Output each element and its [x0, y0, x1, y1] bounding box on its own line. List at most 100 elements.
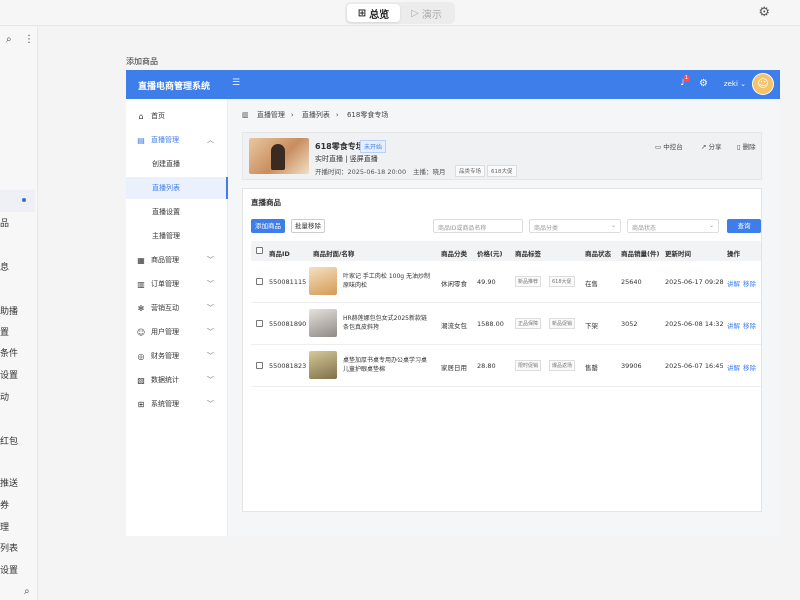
sidebar-item-host[interactable]: 主播管理 — [126, 225, 228, 247]
status-select[interactable]: 商品状态 ⌄ — [627, 219, 719, 233]
chevron-down-icon: ﹀ — [207, 328, 214, 336]
sidebar-item-users[interactable]: ☺ 用户管理 ﹀ — [126, 321, 228, 343]
goods-tag: 新品推荐 — [515, 276, 542, 287]
notification-badge: 1 — [683, 75, 690, 82]
row-checkbox[interactable] — [256, 320, 263, 327]
live-cover-image — [249, 138, 309, 174]
app-header: 直播电商管理系统 ☰ ♪ 1 ⚙ zeki ⌄ ☺ — [126, 70, 780, 99]
strip-item[interactable]: 理 — [0, 520, 9, 533]
strip-item[interactable]: 红包 — [0, 434, 18, 447]
strip-item[interactable]: 动 — [0, 390, 9, 403]
sidebar-item-home[interactable]: ⌂ 首页 — [126, 105, 228, 127]
view-switch: ⊞ 总览 ▷ 演示 — [345, 2, 455, 24]
goods-tag: 爆品返场 — [549, 360, 576, 371]
goods-tag: 新品促销 — [549, 318, 576, 329]
column-header: 商品销量(件) — [621, 250, 660, 258]
table-row: 550081115 叶家记 手工肉松 100g 无油炒制原味肉松 休闲零食 49… — [251, 261, 761, 303]
breadcrumb-item[interactable]: 直播列表 — [302, 111, 330, 119]
goods-sales: 25640 — [621, 278, 642, 286]
goods-sales: 39906 — [621, 362, 642, 370]
query-button[interactable]: 查询 — [727, 219, 761, 233]
sidebar-item-stats[interactable]: ▧ 数据统计 ﹀ — [126, 369, 228, 391]
column-header: 更新时间 — [665, 250, 691, 258]
console-button[interactable]: ▭ 中控台 — [655, 141, 683, 151]
search-input[interactable]: 商品ID或商品名称 — [433, 219, 523, 233]
strip-item[interactable]: 置 — [0, 325, 9, 338]
row-checkbox[interactable] — [256, 362, 263, 369]
strip-item[interactable]: 设置 — [0, 368, 18, 381]
explain-link[interactable]: 讲解 — [727, 278, 740, 288]
live-start-time: 开播时间：2025-06-18 20:00 — [315, 168, 407, 176]
add-goods-button[interactable]: 添加商品 — [251, 219, 285, 233]
user-icon: ☺ — [136, 327, 146, 337]
row-checkbox[interactable] — [256, 278, 263, 285]
strip-item[interactable]: 推送 — [0, 476, 18, 489]
delete-button[interactable]: ▯ 删除 — [737, 141, 756, 151]
panel-title: 直播商品 — [251, 198, 281, 207]
gear-icon[interactable]: ⚙ — [699, 78, 708, 89]
breadcrumb-separator: › — [335, 111, 339, 119]
goods-id: 550081115 — [269, 278, 307, 286]
share-button[interactable]: ↗ 分享 — [701, 141, 722, 151]
sliders-icon[interactable]: ⚙ — [758, 5, 770, 20]
sidebar-item-orders[interactable]: ▥ 订单管理 ﹀ — [126, 273, 228, 295]
remove-link[interactable]: 移除 — [743, 278, 756, 288]
sidebar-item-system[interactable]: ⊞ 系统管理 ﹀ — [126, 393, 228, 415]
goods-status: 售罄 — [585, 364, 598, 372]
chevron-down-icon: ﹀ — [207, 280, 214, 288]
breadcrumb-current: 618零食专场 — [346, 111, 389, 119]
strip-item[interactable]: 列表 — [0, 541, 18, 554]
chevron-down-icon: ⌄ — [610, 222, 616, 229]
search-icon[interactable]: ⌕ — [24, 586, 30, 597]
breadcrumb: ▥ 直播管理 › 直播列表 › 618零食专场 — [242, 110, 394, 120]
username[interactable]: zeki ⌄ — [724, 80, 746, 88]
sidebar-item-live-settings[interactable]: 直播设置 — [126, 201, 228, 223]
page-label: 添加商品 — [126, 57, 158, 66]
marketing-icon: ✻ — [137, 303, 145, 313]
strip-item[interactable]: 助播 — [0, 304, 18, 317]
remove-link[interactable]: 移除 — [743, 362, 756, 372]
remove-link[interactable]: 移除 — [743, 320, 756, 330]
more-icon[interactable]: ⋮ — [24, 34, 34, 45]
strip-item[interactable]: 设置 — [0, 563, 18, 576]
sidebar-item-finance[interactable]: ◎ 财务管理 ﹀ — [126, 345, 228, 367]
main-content: ▥ 直播管理 › 直播列表 › 618零食专场 618零食专场 未开始 实时直播 |… — [242, 110, 762, 530]
tab-present[interactable]: ▷ 演示 — [400, 4, 453, 22]
sidebar-item-live[interactable]: ▤ 直播管理 ︿ — [126, 129, 228, 151]
explain-link[interactable]: 讲解 — [727, 320, 740, 330]
category-select[interactable]: 商品分类 ⌄ — [529, 219, 621, 233]
app-title: 直播电商管理系统 — [138, 82, 211, 92]
avatar[interactable]: ☺ — [752, 73, 774, 95]
explain-link[interactable]: 讲解 — [727, 362, 740, 372]
table-header: 商品ID 商品封面/名称 商品分类 价格(元) 商品标签 商品状态 商品销量(件… — [251, 241, 761, 261]
live-type: 实时直播 | 竖屏直播 — [315, 155, 378, 163]
live-tag: 品类专场 — [455, 165, 486, 177]
live-name: 618零食专场 — [315, 142, 364, 151]
goods-table: 商品ID 商品封面/名称 商品分类 价格(元) 商品标签 商品状态 商品销量(件… — [251, 241, 761, 387]
search-icon[interactable]: ⌕ — [6, 34, 12, 45]
goods-id: 550081823 — [269, 362, 307, 370]
live-info-card: 618零食专场 未开始 实时直播 | 竖屏直播 开播时间：2025-06-18 … — [242, 132, 762, 180]
strip-item[interactable]: 条件 — [0, 346, 18, 359]
tab-overview[interactable]: ⊞ 总览 — [347, 4, 400, 22]
goods-id: 550081890 — [269, 320, 307, 328]
select-all-checkbox[interactable] — [256, 247, 263, 254]
chevron-down-icon: ﹀ — [207, 304, 214, 312]
breadcrumb-item[interactable]: 直播管理 — [257, 111, 285, 119]
menu-toggle-icon[interactable]: ☰ — [232, 78, 240, 88]
column-header: 商品封面/名称 — [313, 250, 355, 258]
goods-category: 休闲零食 — [441, 280, 467, 288]
sidebar-item-create-live[interactable]: 创建直播 — [126, 153, 228, 175]
batch-remove-button[interactable]: 批量移除 — [291, 219, 325, 233]
chevron-down-icon: ﹀ — [207, 256, 214, 264]
sidebar-item-marketing[interactable]: ✻ 营销互动 ﹀ — [126, 297, 228, 319]
stats-icon: ▧ — [137, 375, 145, 385]
column-header: 商品标签 — [515, 250, 541, 258]
strip-item[interactable]: 品 — [0, 216, 9, 229]
sidebar-item-live-list[interactable]: 直播列表 — [126, 177, 228, 199]
strip-item[interactable]: 券 — [0, 498, 9, 511]
book-icon: ⊞ — [357, 7, 367, 19]
strip-item[interactable]: 息 — [0, 260, 9, 273]
sidebar-item-goods[interactable]: ▦ 商品管理 ﹀ — [126, 249, 228, 271]
share-icon: ↗ — [701, 143, 707, 151]
